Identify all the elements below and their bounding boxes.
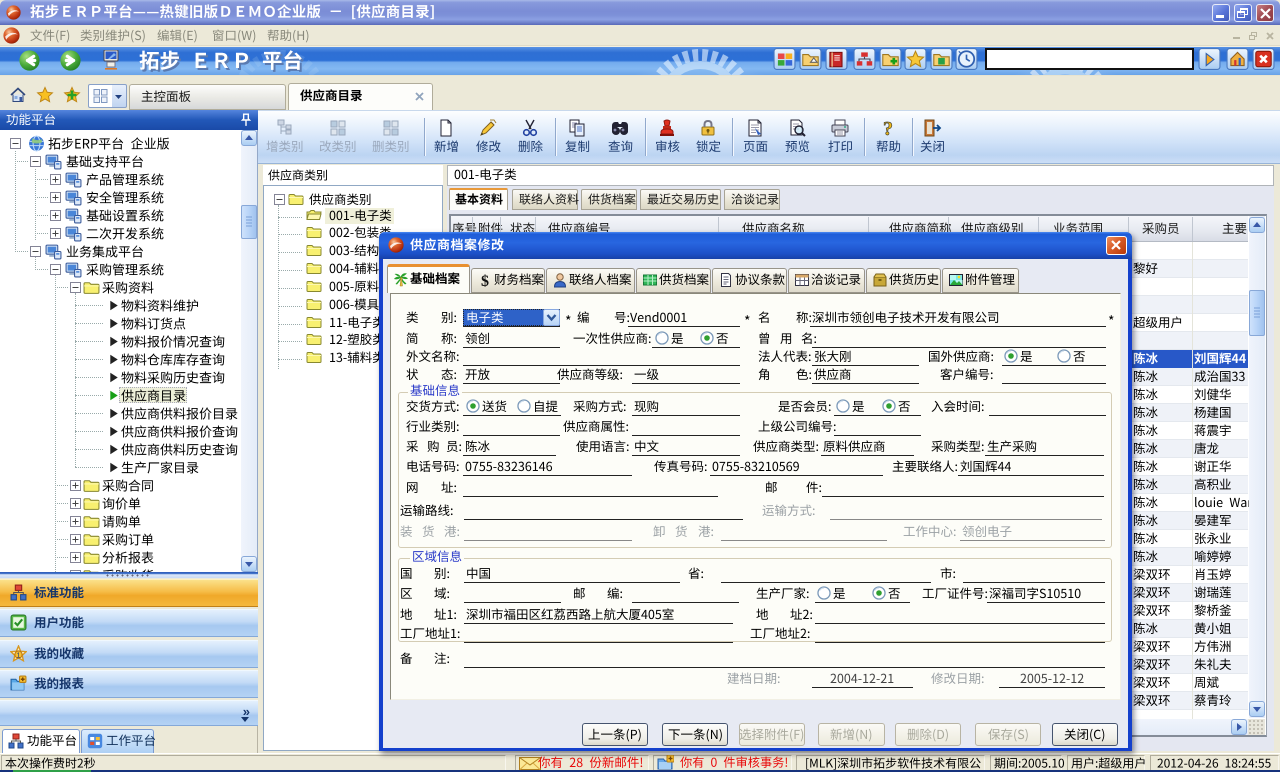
svg-text:1: 1 xyxy=(16,650,20,659)
svg-text:$: $ xyxy=(481,273,489,288)
svg-text:?: ? xyxy=(883,118,893,138)
